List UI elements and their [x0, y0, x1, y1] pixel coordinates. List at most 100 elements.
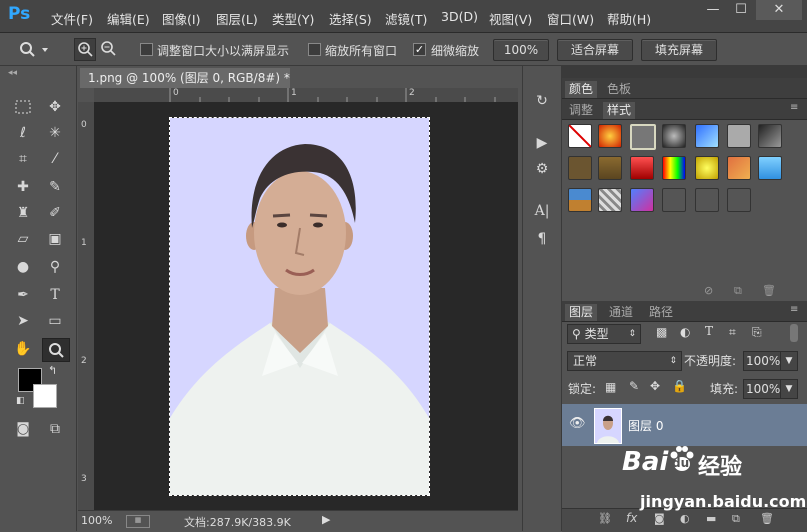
lock-position-icon[interactable]: ✥	[650, 379, 660, 393]
magic-wand-tool-icon[interactable]: ✳	[44, 122, 66, 144]
close-button[interactable]: ✕	[756, 0, 802, 20]
tab-styles[interactable]: 样式	[603, 102, 636, 119]
zoom-in-button[interactable]	[74, 38, 96, 61]
menu-view[interactable]: 视图(V)	[489, 9, 532, 28]
style-swatch[interactable]	[630, 124, 656, 150]
layer-name[interactable]: 图层 0	[628, 417, 663, 434]
style-swatch[interactable]	[758, 124, 782, 148]
lock-all-icon[interactable]: 🔒	[672, 379, 687, 393]
add-mask-icon[interactable]: ◙	[654, 512, 665, 525]
blend-mode-select[interactable]: 正常 ⇕	[567, 351, 682, 371]
style-none-swatch[interactable]	[568, 124, 592, 148]
menu-type[interactable]: 类型(Y)	[272, 9, 314, 28]
hand-tool-icon[interactable]: ✋	[12, 338, 34, 360]
style-swatch[interactable]	[630, 156, 654, 180]
filter-adjustment-icon[interactable]: ◐	[680, 325, 690, 339]
link-layers-icon[interactable]: ⛓	[598, 512, 612, 525]
collapse-arrows-icon[interactable]: ◂◂	[8, 68, 17, 78]
filter-type-icon[interactable]: T	[705, 324, 713, 338]
style-swatch[interactable]	[662, 124, 686, 148]
new-group-icon[interactable]: ▬	[706, 512, 716, 525]
style-swatch[interactable]	[662, 156, 686, 180]
scrubby-zoom-checkbox[interactable]: ✓	[413, 43, 426, 56]
style-swatch[interactable]	[568, 188, 592, 212]
crop-tool-icon[interactable]: ⌗	[12, 148, 34, 170]
layer-row[interactable]: 👁 图层 0	[562, 404, 807, 446]
adjustment-layer-icon[interactable]: ◐	[680, 512, 690, 525]
opacity-input[interactable]: 100%	[743, 351, 781, 371]
move-tool-icon[interactable]: ✥	[44, 96, 66, 118]
paragraph-icon[interactable]: ¶	[531, 228, 553, 250]
zoom-100-button[interactable]: 100%	[493, 39, 549, 61]
rectangle-tool-icon[interactable]: ▭	[44, 310, 66, 332]
lock-transparent-icon[interactable]: ▦	[605, 380, 616, 394]
dodge-tool-icon[interactable]: ⚲	[44, 256, 66, 278]
tab-adjustments[interactable]: 调整	[565, 102, 597, 119]
menu-file[interactable]: 文件(F)	[51, 9, 93, 28]
lock-pixels-icon[interactable]: ✎	[629, 379, 639, 393]
fill-dropdown-icon[interactable]: ▼	[780, 379, 798, 399]
layer-style-fx-icon[interactable]: fx	[626, 511, 637, 525]
type-tool-icon[interactable]: T	[44, 284, 66, 306]
character-icon[interactable]: A|	[531, 200, 553, 222]
quick-mask-icon[interactable]: ◙	[12, 418, 34, 440]
status-icon[interactable]: ▦	[126, 515, 150, 528]
style-swatch[interactable]	[598, 156, 622, 180]
style-swatch[interactable]	[568, 156, 592, 180]
visibility-eye-icon[interactable]: 👁	[569, 416, 586, 431]
style-swatch[interactable]	[695, 156, 719, 180]
filter-shape-icon[interactable]: ⌗	[729, 325, 736, 340]
menu-help[interactable]: 帮助(H)	[607, 9, 651, 28]
blur-tool-icon[interactable]: ●	[12, 256, 34, 278]
style-swatch[interactable]	[598, 188, 622, 212]
style-swatch[interactable]	[727, 188, 751, 212]
properties-icon[interactable]: ⚙	[531, 158, 553, 180]
path-selection-tool-icon[interactable]: ➤	[12, 310, 34, 332]
filter-image-icon[interactable]: ▩	[656, 325, 667, 339]
layer-filter-select[interactable]: ⚲ 类型 ⇕	[567, 324, 641, 344]
filter-toggle[interactable]	[790, 324, 798, 342]
healing-brush-tool-icon[interactable]: ✚	[12, 176, 34, 198]
layers-menu-icon[interactable]: ≡	[790, 304, 798, 315]
document-tab[interactable]: 1.png @ 100% (图层 0, RGB/8#) * ✕	[80, 68, 290, 105]
menu-filter[interactable]: 滤镜(T)	[385, 9, 427, 28]
zoom-out-button[interactable]	[98, 38, 118, 59]
tab-color[interactable]: 颜色	[565, 81, 598, 98]
style-swatch[interactable]	[630, 188, 654, 212]
menu-select[interactable]: 选择(S)	[329, 9, 372, 28]
opacity-dropdown-icon[interactable]: ▼	[780, 351, 798, 371]
fill-screen-button[interactable]: 填充屏幕	[641, 39, 717, 61]
pen-tool-icon[interactable]: ✒	[12, 284, 34, 306]
background-color-swatch[interactable]	[33, 384, 57, 408]
actions-play-icon[interactable]: ▶	[531, 132, 553, 154]
tab-channels[interactable]: 通道	[605, 304, 637, 321]
tab-swatches[interactable]: 色板	[603, 81, 635, 98]
style-swatch[interactable]	[727, 124, 751, 148]
style-swatch[interactable]	[598, 124, 622, 148]
zoom-level[interactable]: 100%	[81, 514, 112, 527]
fit-screen-button[interactable]: 适合屏幕	[557, 39, 633, 61]
style-swatch[interactable]	[695, 124, 719, 148]
style-swatch[interactable]	[695, 188, 719, 212]
delete-style-icon[interactable]: 🗑	[762, 284, 776, 297]
menu-edit[interactable]: 编辑(E)	[107, 9, 150, 28]
menu-image[interactable]: 图像(I)	[162, 9, 200, 28]
delete-layer-icon[interactable]: 🗑	[760, 512, 774, 525]
zoom-tool-preset[interactable]	[14, 39, 54, 59]
filter-smart-object-icon[interactable]: ⎘	[752, 325, 762, 340]
resize-windows-checkbox[interactable]	[140, 43, 153, 56]
zoom-tool-icon[interactable]	[42, 338, 70, 362]
screen-mode-icon[interactable]: ⧉	[44, 418, 66, 440]
tab-layers[interactable]: 图层	[565, 304, 598, 321]
new-layer-icon[interactable]: ⧉	[732, 512, 740, 526]
style-swatch[interactable]	[662, 188, 686, 212]
menu-window[interactable]: 窗口(W)	[547, 9, 594, 28]
eyedropper-tool-icon[interactable]: ⁄	[44, 148, 66, 170]
fill-input[interactable]: 100%	[743, 379, 781, 399]
history-brush-tool-icon[interactable]: ✐	[44, 202, 66, 224]
history-icon[interactable]: ↻	[531, 90, 553, 112]
tab-paths[interactable]: 路径	[645, 304, 677, 321]
new-style-icon[interactable]: ⧉	[734, 284, 742, 298]
swap-colors-icon[interactable]: ↰	[48, 364, 57, 377]
menu-layer[interactable]: 图层(L)	[216, 9, 258, 28]
